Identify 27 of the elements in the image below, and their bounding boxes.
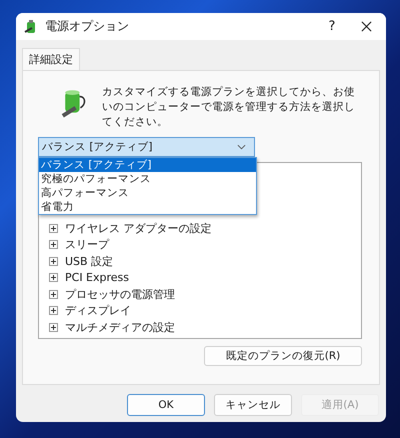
tree-item[interactable]: ワイヤレス アダプターの設定 xyxy=(65,220,212,236)
help-button[interactable]: ? xyxy=(317,19,347,34)
window-title: 電源オプション xyxy=(45,18,130,35)
tree-item[interactable]: USB 設定 xyxy=(65,254,114,269)
dialog-button[interactable]: キャンセル xyxy=(214,394,292,416)
expand-icon[interactable] xyxy=(49,306,58,316)
description-text: カスタマイズする電源プランを選択してから、お使いのコンピューターで電源を管理する方法を選択してください。 xyxy=(102,85,356,130)
restore-button[interactable]: 既定のプランの復元(R) xyxy=(204,346,362,366)
expand-icon[interactable] xyxy=(49,290,58,299)
dropdown-option[interactable]: 省電力 xyxy=(39,200,256,214)
dropdown-option[interactable]: 高パフォーマンス xyxy=(39,186,256,200)
caret-icon xyxy=(237,144,246,150)
dropdown-option[interactable]: 究極のパフォーマンス xyxy=(39,172,256,186)
tree-item[interactable]: ディスプレイ xyxy=(65,303,131,318)
expand-icon[interactable] xyxy=(49,240,58,250)
tree-item[interactable]: プロセッサの電源管理 xyxy=(65,286,175,302)
expand-icon[interactable] xyxy=(49,256,58,266)
tab[interactable]: 詳細設定 xyxy=(22,48,80,70)
tree-item[interactable]: マルチメディアの設定 xyxy=(65,320,175,335)
dropdown-option[interactable]: バランス [アクティブ] xyxy=(39,158,256,172)
expand-icon[interactable] xyxy=(49,273,58,282)
close-icon[interactable] xyxy=(361,21,372,32)
expand-icon[interactable] xyxy=(49,224,58,233)
tree-item[interactable]: スリープ xyxy=(65,237,109,252)
expand-icon[interactable] xyxy=(49,322,58,332)
dialog-button[interactable]: OK xyxy=(127,394,205,416)
tree-item[interactable]: PCI Express xyxy=(65,271,130,284)
